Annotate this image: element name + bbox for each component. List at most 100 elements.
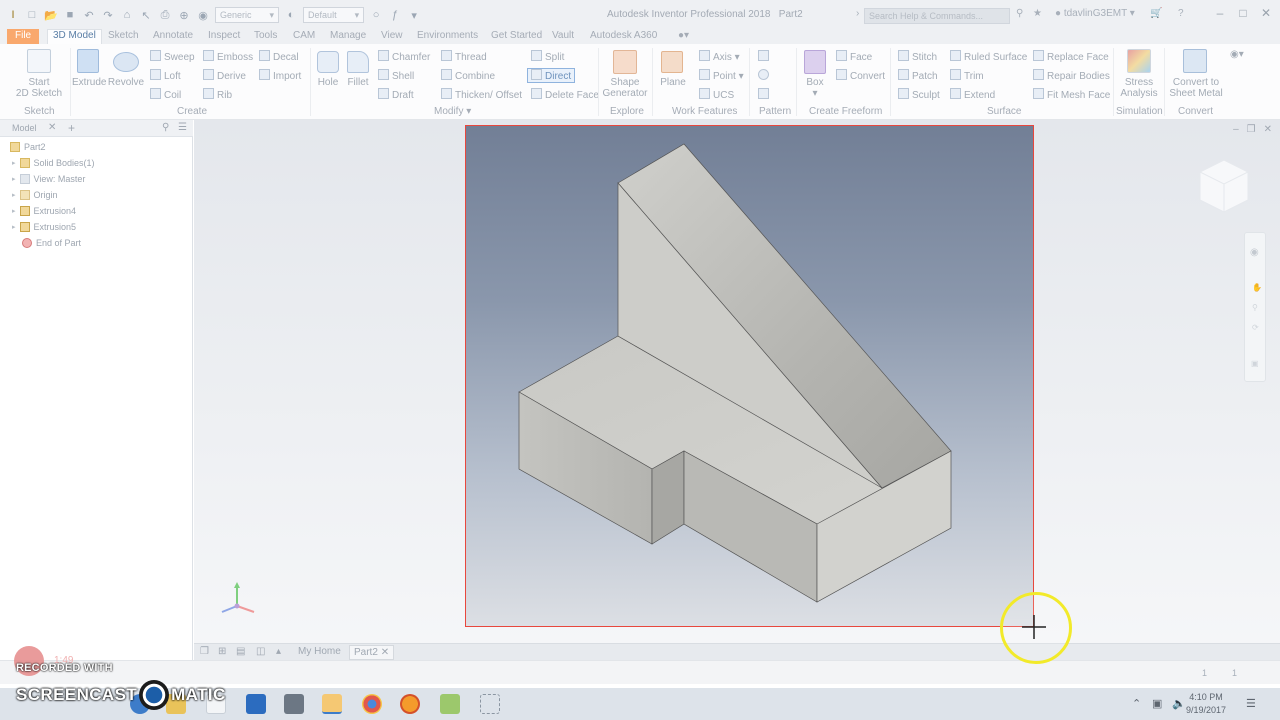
hole-button[interactable]: Hole — [312, 77, 344, 88]
snipping-tool-icon[interactable] — [480, 694, 500, 714]
expand-icon[interactable]: ▸ — [12, 191, 16, 199]
menu-icon[interactable]: ☰ — [178, 122, 187, 133]
tab-3d-model[interactable]: 3D Model — [47, 29, 102, 44]
extrude-button[interactable]: Extrude — [72, 77, 106, 88]
star-icon[interactable]: ★ — [1033, 8, 1042, 19]
tab-file[interactable]: File — [7, 29, 40, 44]
tab-sketch[interactable]: Sketch — [108, 29, 139, 44]
pan-icon[interactable]: ✋ — [1252, 283, 1262, 292]
customize-icon[interactable]: ▾ — [407, 8, 421, 22]
navigation-bar[interactable]: ◉ ✋ ⚲ ⟳ ▣ — [1244, 232, 1266, 382]
fillet-button[interactable]: Fillet — [344, 77, 372, 88]
minimize-icon[interactable]: – — [1233, 124, 1239, 135]
home-icon[interactable]: ⌂ — [120, 8, 134, 22]
binoculars-icon[interactable]: ⚲ — [1016, 8, 1023, 19]
replace-face-button[interactable]: Replace Face — [1033, 50, 1109, 63]
decal-button[interactable]: Decal — [259, 50, 299, 63]
plane-button[interactable]: Plane — [658, 77, 688, 88]
green-app-icon[interactable] — [440, 694, 460, 714]
appearance-dropdown[interactable]: Default ▾ — [303, 7, 365, 23]
tab-vault[interactable]: Vault — [552, 29, 574, 44]
print-icon[interactable]: ⎙ — [158, 8, 172, 22]
shell-button[interactable]: Shell — [378, 69, 414, 82]
freeform-face-button[interactable]: Face — [836, 50, 872, 63]
tab-my-home[interactable]: My Home — [298, 646, 341, 657]
direct-button[interactable]: Direct — [531, 69, 571, 82]
redo-icon[interactable]: ↷ — [101, 8, 115, 22]
tab-cam[interactable]: CAM — [293, 29, 315, 44]
ribbon-toggle-icon[interactable]: ●▾ — [678, 29, 689, 44]
stress-analysis-button[interactable]: Stress Analysis — [1117, 77, 1161, 99]
tab-view[interactable]: View — [381, 29, 403, 44]
tree-item-origin[interactable]: ▸ Origin — [12, 190, 58, 200]
combine-button[interactable]: Combine — [441, 69, 495, 82]
tree-item-solid-bodies[interactable]: ▸ Solid Bodies(1) — [12, 158, 95, 168]
import-button[interactable]: Import — [259, 69, 301, 82]
maximize-button[interactable]: □ — [1233, 6, 1253, 24]
save-icon[interactable]: ■ — [63, 8, 77, 22]
orbit-icon[interactable]: ⟳ — [1252, 323, 1259, 332]
graphics-window[interactable]: – ❐ ✕ ◉ ✋ ⚲ ⟳ ▣ — [194, 120, 1280, 643]
open-documents-icon[interactable]: ▴ — [276, 646, 281, 657]
material-dropdown[interactable]: Generic ▾ — [215, 7, 280, 23]
ucs-button[interactable]: UCS — [699, 88, 734, 101]
extend-button[interactable]: Extend — [950, 88, 995, 101]
delete-face-button[interactable]: Delete Face — [531, 88, 599, 101]
tree-item-part2[interactable]: Part2 — [10, 142, 46, 152]
close-icon[interactable]: ✕ — [48, 122, 56, 133]
tab-get-started[interactable]: Get Started — [491, 29, 542, 44]
patch-button[interactable]: Patch — [898, 69, 938, 82]
look-at-icon[interactable]: ▣ — [1251, 359, 1259, 368]
fx-icon[interactable]: ƒ — [388, 8, 402, 22]
chamfer-button[interactable]: Chamfer — [378, 50, 430, 63]
trim-button[interactable]: Trim — [950, 69, 984, 82]
close-icon[interactable]: ✕ — [1264, 124, 1272, 135]
chrome-icon[interactable] — [362, 694, 382, 714]
loft-button[interactable]: Loft — [150, 69, 181, 82]
tab-tools[interactable]: Tools — [254, 29, 277, 44]
clear-appearance-icon[interactable]: ○ — [369, 8, 383, 22]
add-browser-icon[interactable]: + — [68, 121, 75, 135]
select-icon[interactable]: ↖ — [139, 8, 153, 22]
close-icon[interactable]: ✕ — [381, 647, 389, 658]
revolve-button[interactable]: Revolve — [107, 77, 145, 88]
search-icon[interactable]: ⚲ — [162, 122, 169, 133]
split-button[interactable]: Split — [531, 50, 564, 63]
shape-generator-button[interactable]: Shape Generator — [600, 77, 650, 99]
tab-inspect[interactable]: Inspect — [208, 29, 240, 44]
tree-item-view-master[interactable]: ▸ View: Master — [12, 174, 85, 184]
tree-item-end-of-part[interactable]: End of Part — [22, 238, 81, 248]
notifications-icon[interactable]: ☰ — [1246, 697, 1256, 710]
tree-item-extrusion5[interactable]: ▸ Extrusion5 — [12, 222, 76, 232]
ribbon-options-icon[interactable]: ◉▾ — [1230, 49, 1244, 60]
new-icon[interactable]: □ — [25, 8, 39, 22]
chevron-up-icon[interactable]: ⌃ — [1132, 697, 1141, 710]
color-wheel-icon[interactable]: ◉ — [196, 8, 210, 22]
convert-to-sheet-metal-button[interactable]: Convert to Sheet Metal — [1168, 77, 1224, 99]
close-button[interactable]: ✕ — [1256, 6, 1276, 24]
expand-icon[interactable]: ▸ — [12, 223, 16, 231]
sweep-button[interactable]: Sweep — [150, 50, 195, 63]
zoom-icon[interactable]: ⚲ — [1252, 303, 1258, 312]
expand-icon[interactable]: ▸ — [12, 207, 16, 215]
firefox-icon[interactable] — [400, 694, 420, 714]
full-navigation-wheel-icon[interactable]: ◉ — [1250, 247, 1259, 258]
expand-icon[interactable]: ▸ — [12, 159, 16, 167]
tab-annotate[interactable]: Annotate — [153, 29, 193, 44]
app-icon[interactable] — [284, 694, 304, 714]
derive-button[interactable]: Derive — [203, 69, 246, 82]
emboss-button[interactable]: Emboss — [203, 50, 253, 63]
stitch-button[interactable]: Stitch — [898, 50, 937, 63]
panel-label-modify[interactable]: Modify ▾ — [434, 106, 471, 117]
mirror-button[interactable] — [758, 88, 772, 101]
inventor-taskbar-icon[interactable] — [322, 694, 342, 714]
open-icon[interactable]: 📂 — [44, 8, 58, 22]
minimize-button[interactable]: – — [1210, 6, 1230, 24]
ruled-surface-button[interactable]: Ruled Surface — [950, 50, 1027, 63]
volume-icon[interactable]: 🔈 — [1172, 697, 1186, 710]
cart-icon[interactable]: 🛒 — [1150, 8, 1162, 19]
model-viewport[interactable] — [465, 125, 1034, 627]
app-logo-icon[interactable]: I — [6, 8, 20, 22]
measure-icon[interactable]: ⊕ — [177, 8, 191, 22]
fit-mesh-face-button[interactable]: Fit Mesh Face — [1033, 88, 1110, 101]
